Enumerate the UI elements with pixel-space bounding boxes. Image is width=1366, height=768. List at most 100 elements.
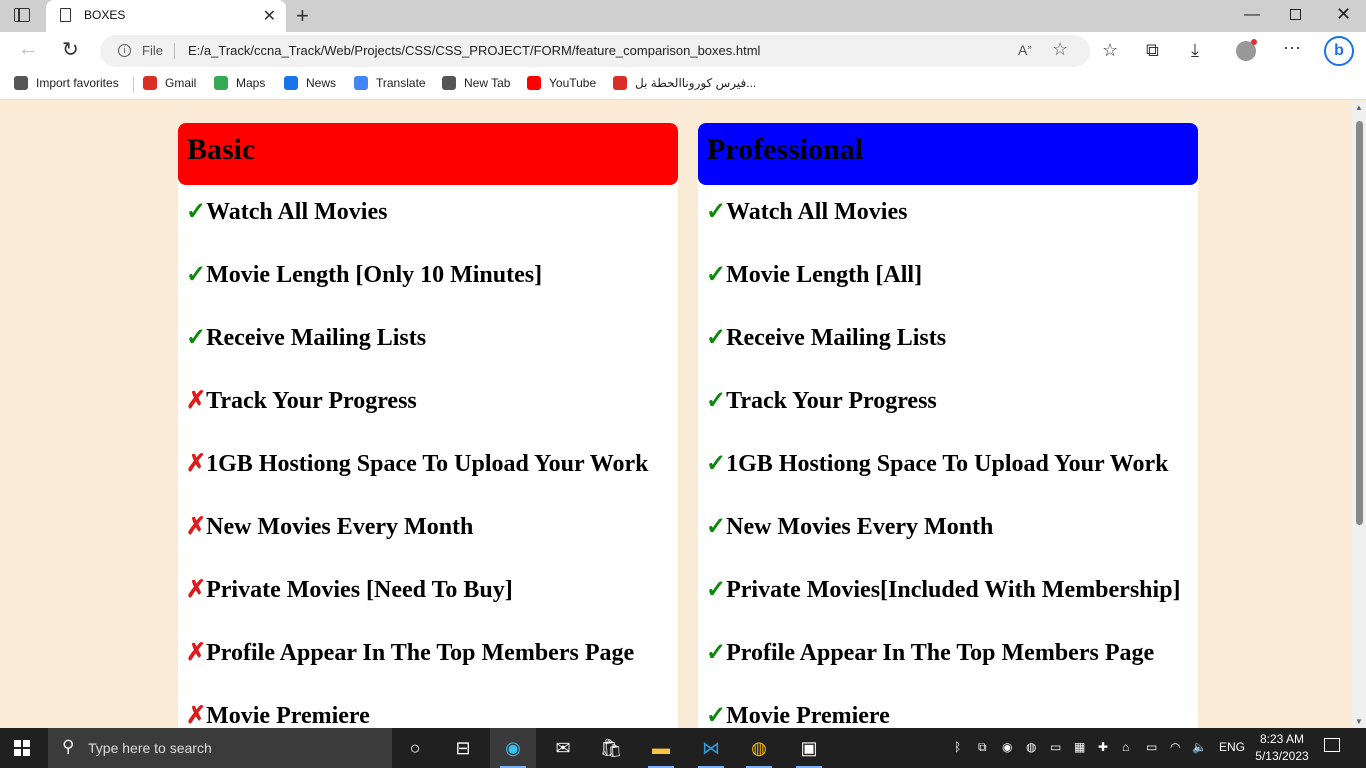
favorite-item[interactable]: Translate	[354, 76, 426, 90]
tab-actions-icon[interactable]	[14, 8, 30, 22]
photos-app-icon[interactable]: ▣	[786, 728, 832, 768]
battery-icon[interactable]: ▭	[1146, 740, 1157, 754]
favorite-label: Maps	[236, 76, 266, 90]
cross-icon: ✗	[186, 388, 207, 414]
cross-icon: ✗	[186, 514, 207, 540]
feature-text: 1GB Hostiong Space To Upload Your Work	[726, 451, 1169, 477]
favorite-item[interactable]: YouTube	[527, 76, 596, 90]
favorite-label: Translate	[376, 76, 426, 90]
volume-icon[interactable]: 🔈	[1192, 740, 1207, 754]
feature-text: Movie Premiere	[726, 703, 890, 728]
search-icon: ⚲	[62, 737, 75, 756]
language-indicator[interactable]: ENG	[1219, 740, 1245, 754]
cross-icon: ✗	[186, 577, 207, 603]
wifi-icon[interactable]: ◠	[1170, 740, 1180, 754]
favorites-icon[interactable]: ☆	[1102, 40, 1118, 61]
favorites-bar: Import favorites Gmail Maps News Translate Ne…	[0, 70, 1366, 100]
cross-icon: ✗	[186, 640, 207, 666]
clock-time: 8:23 AM	[1259, 732, 1305, 746]
notification-dot	[1251, 39, 1257, 45]
favorite-label: Import favorites	[36, 76, 119, 90]
feature-item: ✗Private Movies [Need To Buy]	[178, 563, 678, 626]
close-tab-icon[interactable]: ✕	[263, 6, 276, 26]
feature-item: ✓1GB Hostiong Space To Upload Your Work	[698, 437, 1198, 500]
chrome-app-icon[interactable]: ◍	[736, 728, 782, 768]
record-icon[interactable]: ◉	[1002, 740, 1012, 754]
bing-icon[interactable]: b	[1324, 36, 1354, 66]
copy-icon[interactable]: ⧉	[978, 740, 987, 755]
network-adapter-icon[interactable]: ▦	[1074, 740, 1085, 754]
windows-start-icon[interactable]	[14, 740, 30, 756]
feature-text: 1GB Hostiong Space To Upload Your Work	[206, 451, 649, 477]
mail-app-icon[interactable]: ✉	[540, 728, 586, 768]
restore-icon[interactable]	[1290, 9, 1301, 20]
task-view-icon[interactable]: ⊟	[440, 728, 486, 768]
browser-tab[interactable]: BOXES ✕	[46, 0, 286, 32]
feature-text: Watch All Movies	[726, 199, 908, 225]
url-text[interactable]: E:/a_Track/ccna_Track/Web/Projects/CSS/C…	[188, 43, 760, 58]
feature-item: ✓Watch All Movies	[698, 185, 1198, 248]
clock[interactable]: 8:23 AM 5/13/2023	[1252, 731, 1312, 765]
scroll-up-icon[interactable]: ▲	[1355, 103, 1363, 112]
edge-app-icon[interactable]: ◉	[490, 728, 536, 768]
read-aloud-icon[interactable]: A»	[1018, 42, 1032, 58]
favorite-item[interactable]: News	[284, 76, 336, 90]
refresh-icon[interactable]: ↻	[62, 37, 79, 62]
scheme-label: File	[142, 43, 163, 58]
favorite-item[interactable]: Import favorites	[14, 76, 119, 90]
feature-item: ✓Private Movies[Included With Membership…	[698, 563, 1198, 626]
favorite-item[interactable]: Maps	[214, 76, 265, 90]
maps-icon	[214, 76, 228, 90]
feature-list: ✓Watch All Movies ✓Movie Length [Only 10 …	[178, 185, 678, 728]
feature-text: Profile Appear In The Top Members Page	[206, 640, 635, 666]
feature-text: Profile Appear In The Top Members Page	[726, 640, 1155, 666]
new-tab-icon[interactable]: +	[296, 3, 309, 29]
check-icon: ✓	[706, 703, 727, 728]
collections-icon[interactable]: ⧉	[1146, 40, 1159, 61]
add-favorite-icon[interactable]: ☆	[1052, 39, 1068, 60]
bluetooth-icon[interactable]: ᛒ	[954, 740, 961, 754]
vscode-app-icon[interactable]: ⋈	[688, 728, 734, 768]
feature-text: Watch All Movies	[206, 199, 388, 225]
feature-text: Movie Premiere	[206, 703, 370, 728]
feature-item: ✓Track Your Progress	[698, 374, 1198, 437]
usb-icon[interactable]: ⌂	[1122, 740, 1129, 754]
more-icon[interactable]: ···	[1283, 37, 1301, 58]
page-scrollbar[interactable]: ▲ ▼	[1352, 101, 1366, 728]
feature-item: ✓Profile Appear In The Top Members Page	[698, 626, 1198, 689]
feature-text: New Movies Every Month	[726, 514, 994, 540]
favorite-label: فيرس كوروناالحطة بل...	[635, 76, 757, 90]
scroll-thumb[interactable]	[1356, 121, 1363, 525]
favorite-item[interactable]: فيرس كوروناالحطة بل...	[613, 76, 756, 90]
favorite-item[interactable]: Gmail	[143, 76, 196, 90]
cortana-icon[interactable]: ○	[392, 728, 438, 768]
scroll-down-icon[interactable]: ▼	[1355, 717, 1363, 726]
back-arrow-icon[interactable]: ←	[18, 38, 38, 61]
favorite-item[interactable]: New Tab	[442, 76, 510, 90]
favorite-label: News	[306, 76, 337, 90]
plan-header: Basic	[178, 123, 678, 185]
tab-title: BOXES	[84, 8, 126, 22]
steam-icon[interactable]: ◍	[1026, 740, 1036, 754]
minimize-icon[interactable]: —	[1244, 6, 1260, 24]
window-close-icon[interactable]: ✕	[1336, 4, 1351, 25]
feature-text: Track Your Progress	[726, 388, 937, 414]
taskbar-search[interactable]: ⚲ Type here to search	[48, 728, 392, 768]
info-icon[interactable]: i	[118, 44, 131, 57]
news-icon	[284, 76, 298, 90]
monitor-icon[interactable]: ▭	[1050, 740, 1061, 754]
feature-list: ✓Watch All Movies ✓Movie Length [All] ✓Rec…	[698, 185, 1198, 728]
feature-item: ✗Profile Appear In The Top Members Page	[178, 626, 678, 689]
notification-icon[interactable]	[1324, 738, 1340, 752]
feature-text: New Movies Every Month	[206, 514, 474, 540]
feature-item: ✓New Movies Every Month	[698, 500, 1198, 563]
address-bar[interactable]: i File E:/a_Track/ccna_Track/Web/Project…	[100, 35, 1090, 67]
security-icon[interactable]: ✚	[1098, 740, 1108, 754]
feature-item: ✗Movie Premiere	[178, 689, 678, 728]
file-explorer-icon[interactable]: ▬	[638, 728, 684, 768]
feature-item: ✓Receive Mailing Lists	[178, 311, 678, 374]
store-app-icon[interactable]: 🛍	[588, 728, 634, 768]
downloads-icon[interactable]: ⤓	[1191, 40, 1199, 61]
feature-text: Private Movies [Need To Buy]	[206, 577, 513, 603]
feature-text: Receive Mailing Lists	[726, 325, 947, 351]
